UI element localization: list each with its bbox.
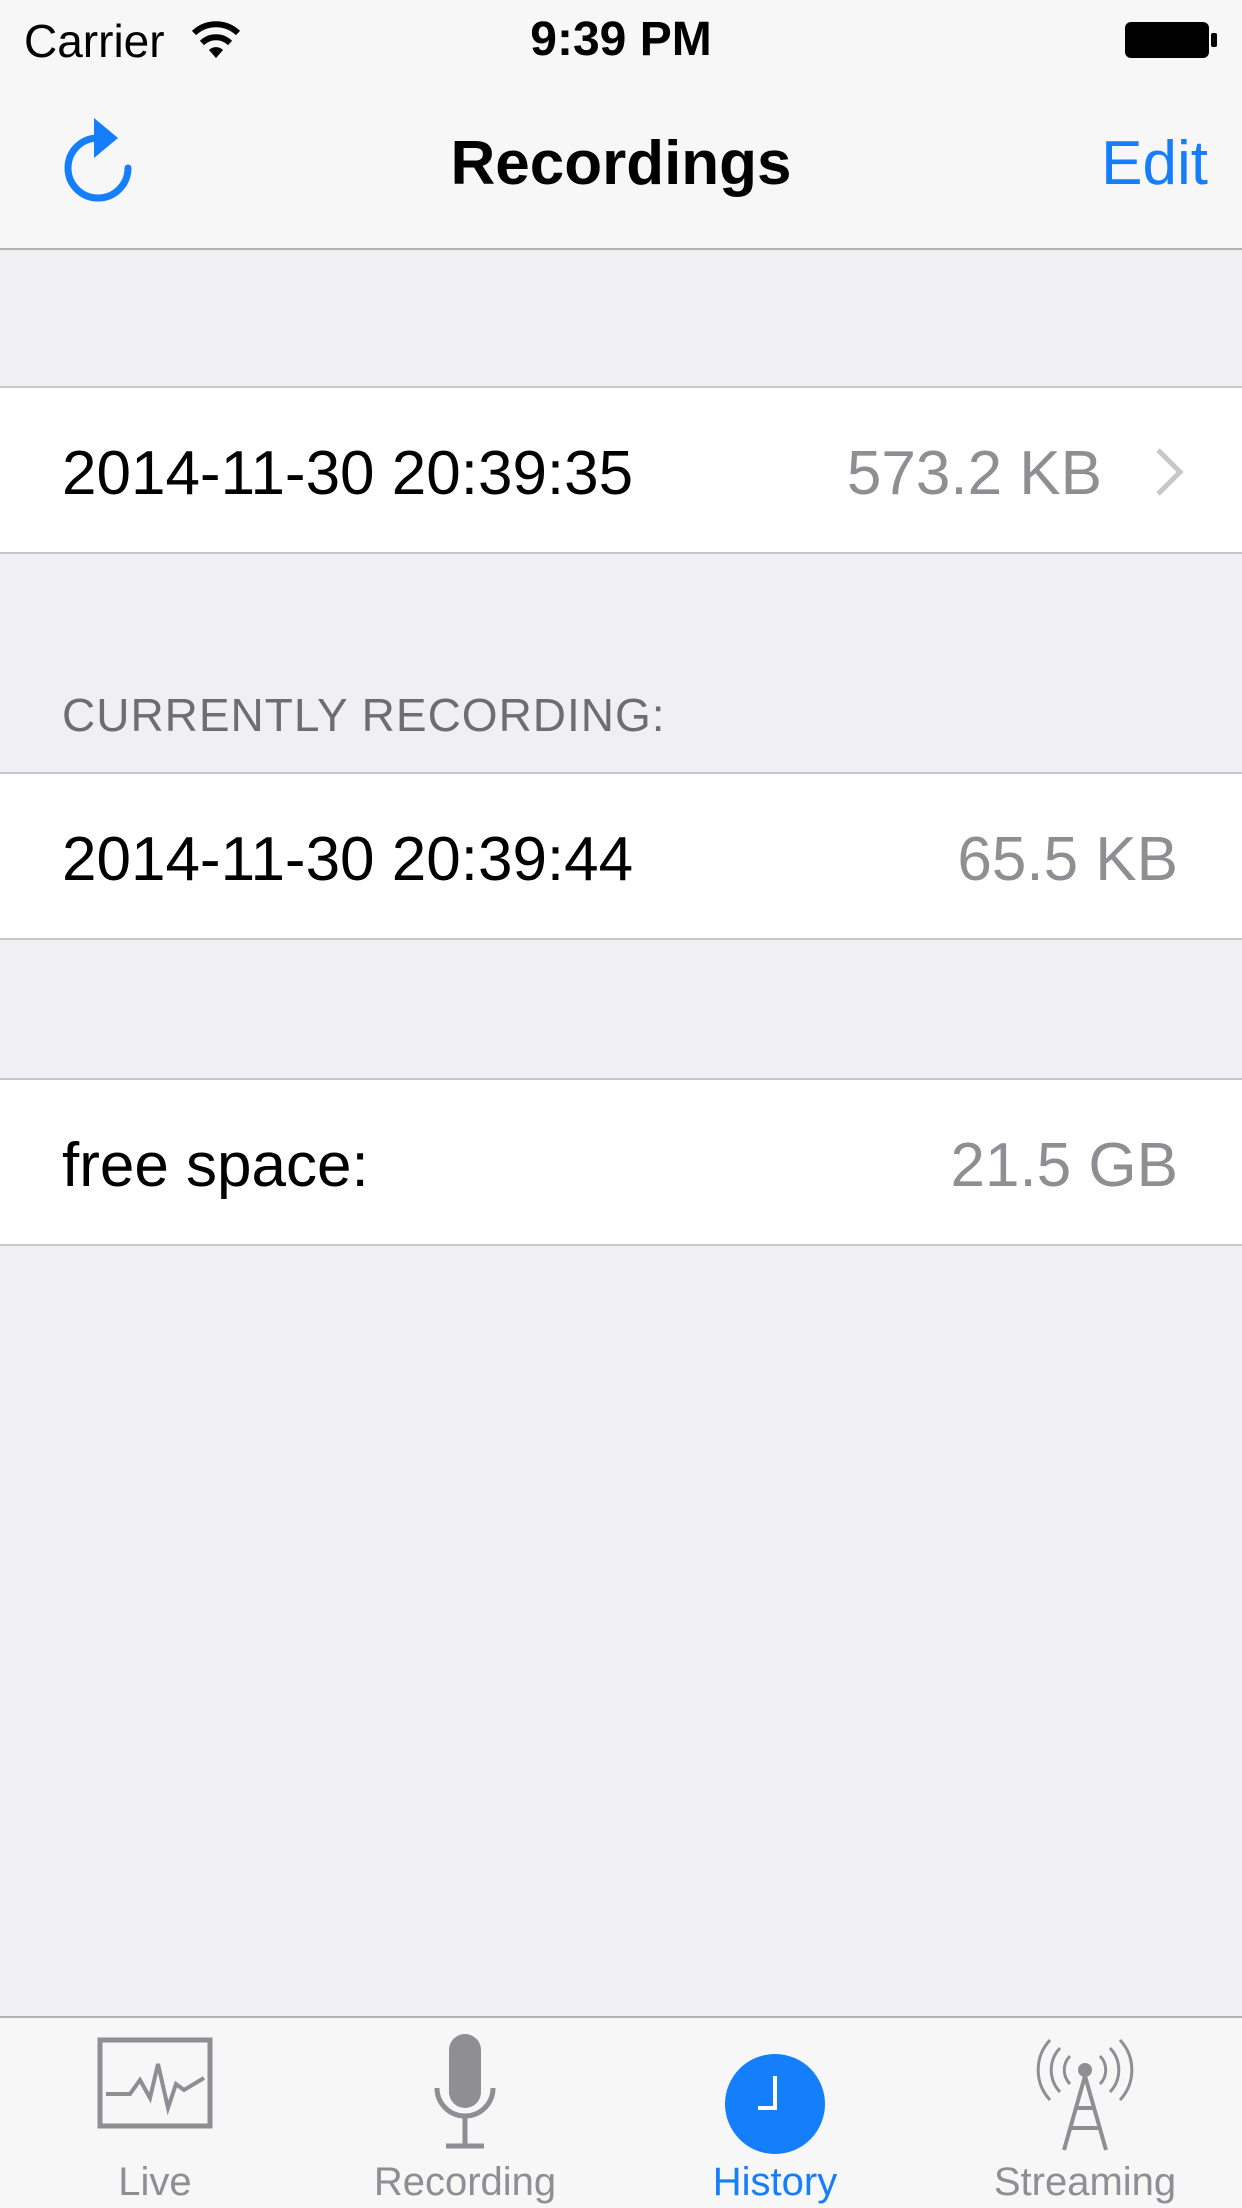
tab-history[interactable]: History [620,2018,930,2208]
recording-row[interactable]: 2014-11-30 20:39:35 573.2 KB [0,386,1242,554]
radio-tower-icon [1036,2038,1134,2151]
tab-live[interactable]: Live [0,2018,310,2208]
tab-bar: Live Recording History Streaming [0,2016,1242,2208]
status-bar: Carrier 9:39 PM [0,0,1242,84]
current-recording-size: 65.5 KB [957,825,1178,894]
recording-name: 2014-11-30 20:39:35 [62,439,634,508]
free-space-label: free space: [62,1131,369,1200]
page-title: Recordings [450,129,792,198]
tab-history-label: History [712,2160,838,2204]
battery-icon [1125,22,1217,58]
current-recording-name: 2014-11-30 20:39:44 [62,825,634,894]
section-header-currently-recording: CURRENTLY RECORDING: [62,689,666,741]
clock-icon [725,2054,825,2154]
current-recording-row: 2014-11-30 20:39:44 65.5 KB [0,772,1242,940]
tab-recording-label: Recording [373,2160,557,2204]
edit-button[interactable]: Edit [1101,128,1208,199]
recording-size: 573.2 KB [846,439,1102,508]
free-space-value: 21.5 GB [950,1131,1178,1200]
tab-streaming[interactable]: Streaming [930,2018,1240,2208]
tab-live-label: Live [118,2160,192,2204]
free-space-row: free space: 21.5 GB [0,1078,1242,1246]
waveform-icon [97,2037,213,2129]
status-time: 9:39 PM [530,13,712,66]
tab-recording[interactable]: Recording [310,2018,620,2208]
chevron-right-icon [1156,448,1184,496]
tab-streaming-label: Streaming [993,2160,1177,2204]
microphone-icon [434,2034,496,2149]
navigation-bar: Recordings Edit [0,84,1242,250]
